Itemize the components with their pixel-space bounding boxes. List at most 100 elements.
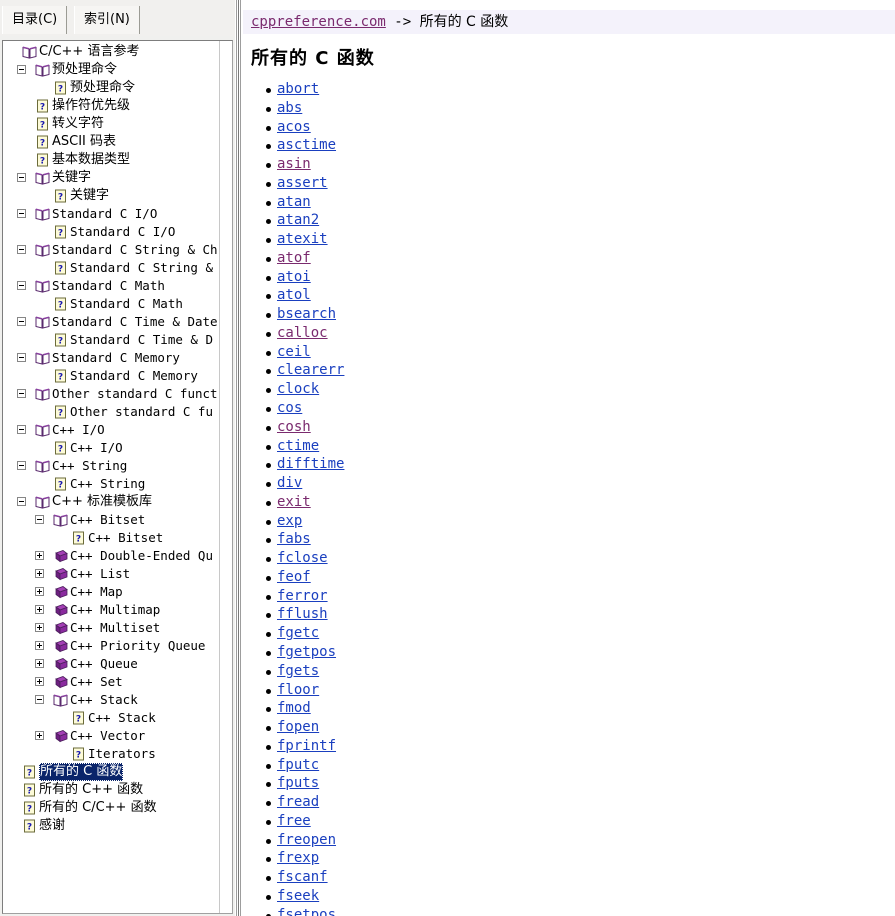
expand-icon[interactable] [35, 641, 44, 650]
tree-item[interactable]: ? 感谢 [3, 817, 221, 835]
collapse-icon[interactable] [17, 173, 26, 182]
function-link[interactable]: bsearch [277, 306, 336, 322]
tree-item[interactable]: ? 所有的 C/C++ 函数 [3, 799, 221, 817]
function-link[interactable]: asctime [277, 137, 336, 153]
function-link[interactable]: calloc [277, 325, 328, 341]
tree-item[interactable]: C++ Multimap [3, 601, 221, 619]
function-link[interactable]: fprintf [277, 738, 336, 754]
expand-icon[interactable] [35, 569, 44, 578]
tree-item[interactable]: ? Standard C Memory [3, 367, 221, 385]
tree-item[interactable]: Standard C String & Ch [3, 241, 221, 259]
tree-item[interactable]: ? 预处理命令 [3, 79, 221, 97]
function-link[interactable]: fseek [277, 888, 319, 904]
function-link[interactable]: fopen [277, 719, 319, 735]
contents-tree[interactable]: C/C++ 语言参考 预处理命令? 预处理命令? 操作符优先级? 转义字符? ASCII … [3, 43, 221, 913]
function-link[interactable]: div [277, 475, 302, 491]
breadcrumb-site-link[interactable]: cppreference.com [251, 14, 386, 30]
expand-icon[interactable] [35, 623, 44, 632]
pane-splitter[interactable] [235, 0, 243, 916]
function-link[interactable]: ctime [277, 438, 319, 454]
tree-item[interactable]: ? Other standard C fu [3, 403, 221, 421]
function-link[interactable]: frexp [277, 850, 319, 866]
tree-item[interactable]: ? 所有的 C 函数 [3, 763, 221, 781]
expand-icon[interactable] [35, 731, 44, 740]
expand-icon[interactable] [35, 659, 44, 668]
function-link[interactable]: fputc [277, 757, 319, 773]
function-link[interactable]: floor [277, 682, 319, 698]
function-link[interactable]: cosh [277, 419, 311, 435]
tree-item[interactable]: ? Iterators [3, 745, 221, 763]
expand-icon[interactable] [35, 587, 44, 596]
tree-item[interactable]: C++ List [3, 565, 221, 583]
function-link[interactable]: exp [277, 513, 302, 529]
tree-item[interactable]: ? 基本数据类型 [3, 151, 221, 169]
tree-item[interactable]: C++ Multiset [3, 619, 221, 637]
tree-item[interactable]: ? Standard C Time & D [3, 331, 221, 349]
collapse-icon[interactable] [17, 317, 26, 326]
tree-item[interactable]: ? 关键字 [3, 187, 221, 205]
tree-item[interactable]: C++ Map [3, 583, 221, 601]
collapse-icon[interactable] [17, 425, 26, 434]
tree-item[interactable]: C++ Vector [3, 727, 221, 745]
collapse-icon[interactable] [17, 389, 26, 398]
collapse-icon[interactable] [17, 209, 26, 218]
function-link[interactable]: asin [277, 156, 311, 172]
tree-item[interactable]: ? 操作符优先级 [3, 97, 221, 115]
tree-item[interactable]: C++ Set [3, 673, 221, 691]
collapse-icon[interactable] [17, 353, 26, 362]
function-link[interactable]: ceil [277, 344, 311, 360]
tree-item[interactable]: Standard C I/O [3, 205, 221, 223]
tree-item[interactable]: C++ Stack [3, 691, 221, 709]
function-link[interactable]: fclose [277, 550, 328, 566]
function-link[interactable]: fgetpos [277, 644, 336, 660]
function-link[interactable]: fflush [277, 606, 328, 622]
tree-item[interactable]: ? Standard C Math [3, 295, 221, 313]
function-link[interactable]: exit [277, 494, 311, 510]
function-link[interactable]: fgets [277, 663, 319, 679]
tree-item[interactable]: ? Standard C I/O [3, 223, 221, 241]
function-link[interactable]: difftime [277, 456, 344, 472]
function-link[interactable]: freopen [277, 832, 336, 848]
tree-item[interactable]: ? C++ Bitset [3, 529, 221, 547]
function-link[interactable]: fscanf [277, 869, 328, 885]
function-link[interactable]: acos [277, 119, 311, 135]
function-link[interactable]: fread [277, 794, 319, 810]
tree-item[interactable]: C++ Bitset [3, 511, 221, 529]
collapse-icon[interactable] [17, 65, 26, 74]
function-link[interactable]: assert [277, 175, 328, 191]
tree-item[interactable]: C++ Priority Queue [3, 637, 221, 655]
function-link[interactable]: ferror [277, 588, 328, 604]
tree-item[interactable]: ? ASCII 码表 [3, 133, 221, 151]
function-link[interactable]: abort [277, 81, 319, 97]
function-link[interactable]: feof [277, 569, 311, 585]
function-link[interactable]: fputs [277, 775, 319, 791]
tree-item[interactable]: Other standard C funct [3, 385, 221, 403]
expand-icon[interactable] [35, 605, 44, 614]
tree-item[interactable]: ? 所有的 C++ 函数 [3, 781, 221, 799]
collapse-icon[interactable] [17, 497, 26, 506]
tree-item[interactable]: C++ I/O [3, 421, 221, 439]
function-link[interactable]: clock [277, 381, 319, 397]
function-link[interactable]: abs [277, 100, 302, 116]
tree-item[interactable]: ? C++ Stack [3, 709, 221, 727]
function-link[interactable]: atof [277, 250, 311, 266]
function-link[interactable]: fgetc [277, 625, 319, 641]
tree-item[interactable]: 预处理命令 [3, 61, 221, 79]
tree-item[interactable]: ? C++ String [3, 475, 221, 493]
function-link[interactable]: fsetpos [277, 907, 336, 916]
tree-item[interactable]: C++ Queue [3, 655, 221, 673]
tree-item[interactable]: ? Standard C String & [3, 259, 221, 277]
tree-item[interactable]: C++ 标准模板库 [3, 493, 221, 511]
collapse-icon[interactable] [17, 461, 26, 470]
expand-icon[interactable] [35, 551, 44, 560]
tab-catalog[interactable]: 目录(C) [2, 6, 68, 34]
collapse-icon[interactable] [35, 515, 44, 524]
tree-item[interactable]: Standard C Memory [3, 349, 221, 367]
tree-item[interactable]: Standard C Math [3, 277, 221, 295]
function-link[interactable]: clearerr [277, 362, 344, 378]
tree-item[interactable]: ? 转义字符 [3, 115, 221, 133]
collapse-icon[interactable] [35, 695, 44, 704]
tree-item[interactable]: Standard C Time & Date [3, 313, 221, 331]
function-link[interactable]: atol [277, 287, 311, 303]
tree-item[interactable]: 关键字 [3, 169, 221, 187]
